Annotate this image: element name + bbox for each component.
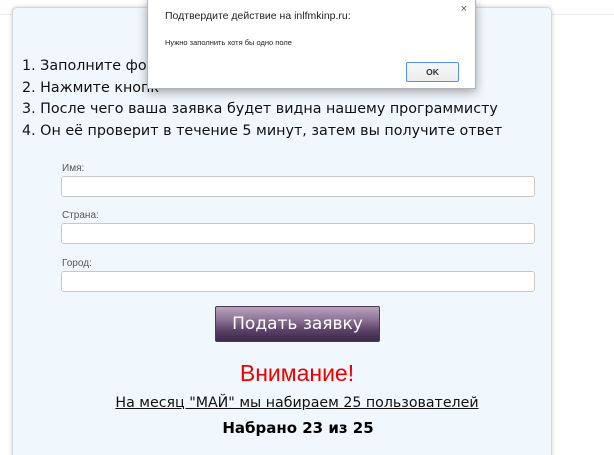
name-label: Имя: (62, 163, 85, 174)
close-icon[interactable]: × (461, 3, 467, 15)
month-recruitment-text: На месяц "МАЙ" мы набираем 25 пользовате… (115, 395, 479, 411)
name-field[interactable] (61, 176, 535, 197)
country-label: Страна: (62, 210, 99, 221)
submit-application-button[interactable]: Подать заявку (215, 306, 380, 342)
instruction-step-4: 4. Он её проверит в течение 5 минут, зат… (22, 122, 503, 139)
dialog-message: Нужно заполнить хотя бы одно поле (165, 38, 292, 47)
instruction-step-3: 3. После чего ваша заявка будет видна на… (22, 101, 498, 117)
dialog-title: Подтвердите действие на inlfmkinp.ru: (165, 10, 351, 22)
country-field[interactable] (61, 223, 535, 244)
recruited-count: Набрано 23 из 25 (222, 419, 374, 437)
confirm-dialog: Подтвердите действие на inlfmkinp.ru: × … (147, 0, 476, 89)
page: 1. Заполните форм 2. Нажмите кнопк 3. По… (0, 0, 614, 455)
dialog-ok-button[interactable]: OK (406, 62, 459, 82)
city-label: Город: (62, 258, 92, 269)
city-field[interactable] (61, 271, 535, 292)
attention-title: Внимание! (239, 360, 355, 386)
